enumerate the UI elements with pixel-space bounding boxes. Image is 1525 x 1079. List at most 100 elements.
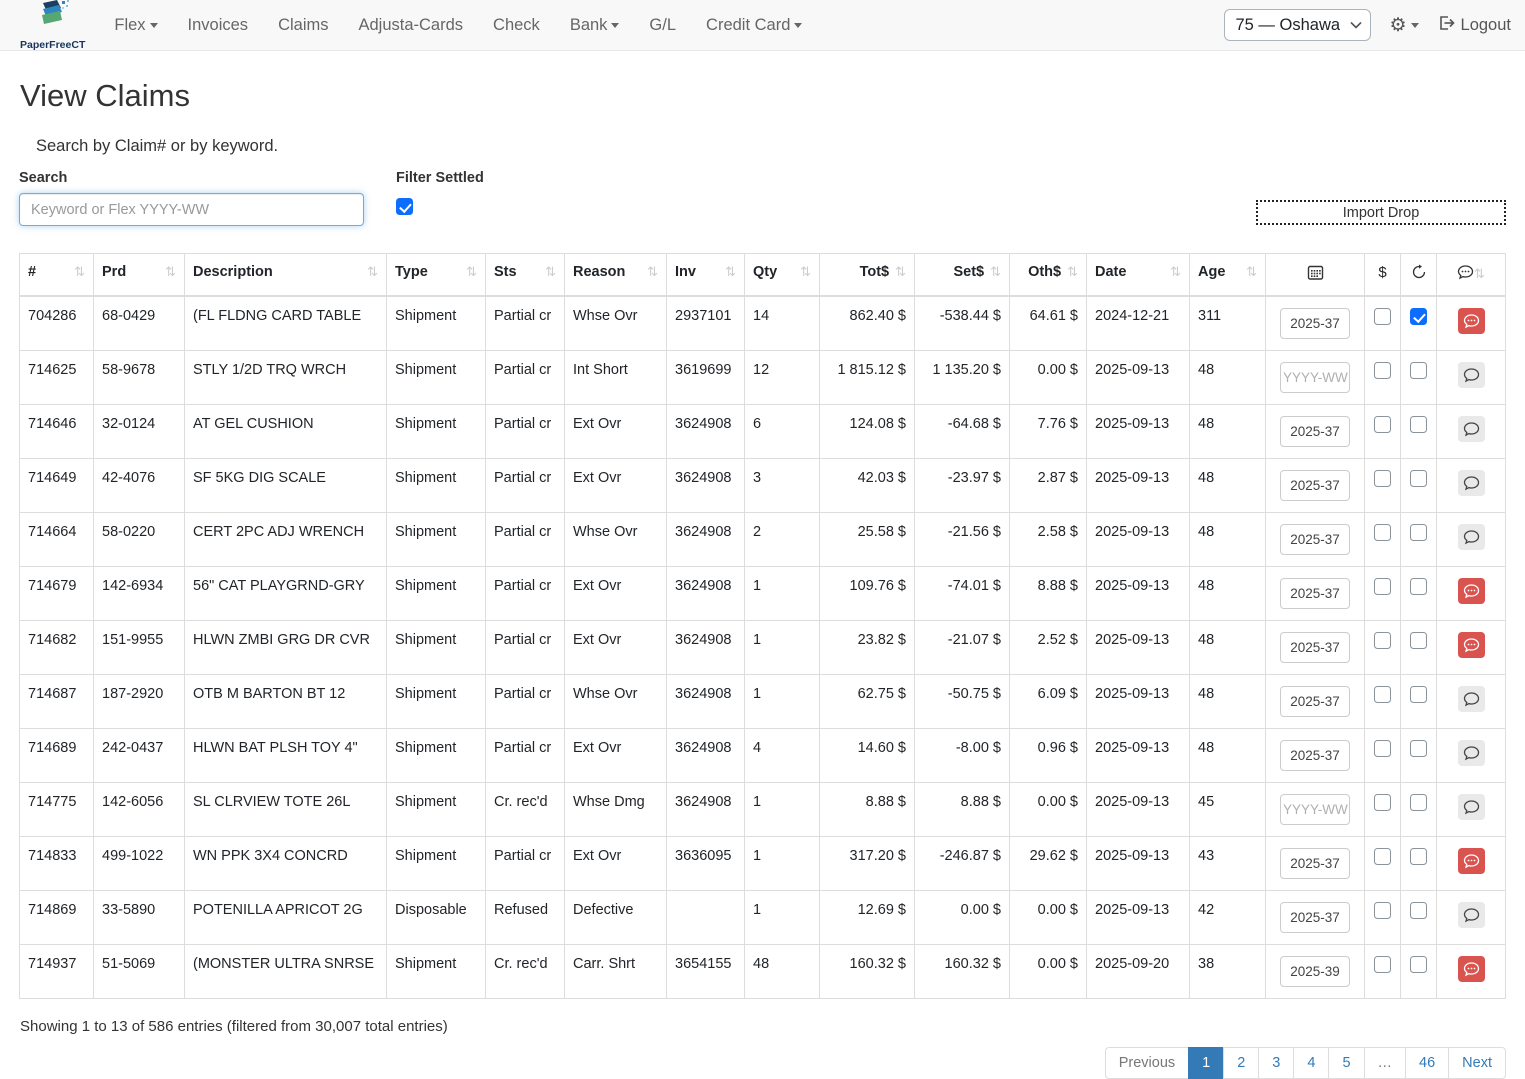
- column-header-sts[interactable]: Sts⇅: [486, 254, 565, 297]
- column-header-reason[interactable]: Reason⇅: [565, 254, 667, 297]
- claim-week-input[interactable]: [1280, 794, 1350, 825]
- store-select[interactable]: 75 — Oshawa: [1224, 9, 1371, 41]
- column-header-oth[interactable]: Oth$⇅: [1010, 254, 1087, 297]
- column-header-date[interactable]: Date⇅: [1087, 254, 1190, 297]
- nav-item-claims[interactable]: Claims: [263, 2, 343, 49]
- claim-week-input[interactable]: [1280, 578, 1350, 609]
- nav-item-g-l[interactable]: G/L: [634, 2, 691, 49]
- search-input[interactable]: [19, 193, 364, 226]
- column-header-inv[interactable]: Inv⇅: [667, 254, 745, 297]
- claim-week-input[interactable]: [1280, 686, 1350, 717]
- refresh-checkbox[interactable]: [1410, 578, 1427, 595]
- comment-button[interactable]: [1458, 578, 1485, 604]
- claim-week-input[interactable]: [1280, 848, 1350, 879]
- settled-cell: -246.87 $: [915, 837, 1010, 891]
- comment-button[interactable]: [1458, 902, 1485, 928]
- refresh-checkbox[interactable]: [1410, 308, 1427, 325]
- type-cell: Shipment: [387, 405, 486, 459]
- comment-button[interactable]: [1458, 416, 1485, 442]
- refresh-checkbox[interactable]: [1410, 362, 1427, 379]
- dollar-checkbox[interactable]: [1374, 470, 1391, 487]
- settled-cell: -538.44 $: [915, 296, 1010, 351]
- page-next[interactable]: Next: [1448, 1047, 1506, 1079]
- comment-button[interactable]: [1458, 308, 1485, 334]
- invoice-cell: 3624908: [667, 405, 745, 459]
- column-header-set[interactable]: Set$⇅: [915, 254, 1010, 297]
- refresh-checkbox[interactable]: [1410, 956, 1427, 973]
- dollar-checkbox[interactable]: [1374, 902, 1391, 919]
- claim-week-input[interactable]: [1280, 632, 1350, 663]
- date-cell: 2025-09-13: [1087, 891, 1190, 945]
- chevron-down-icon: [611, 23, 619, 28]
- nav-item-adjusta-cards[interactable]: Adjusta-Cards: [343, 2, 478, 49]
- dollar-checkbox[interactable]: [1374, 578, 1391, 595]
- column-header-num[interactable]: #⇅: [20, 254, 94, 297]
- comment-button[interactable]: [1458, 470, 1485, 496]
- dollar-checkbox[interactable]: [1374, 524, 1391, 541]
- refresh-checkbox[interactable]: [1410, 740, 1427, 757]
- comment-button[interactable]: [1458, 686, 1485, 712]
- dollar-checkbox[interactable]: [1374, 686, 1391, 703]
- page-1[interactable]: 1: [1188, 1047, 1224, 1079]
- refresh-checkbox[interactable]: [1410, 794, 1427, 811]
- filter-settled-checkbox[interactable]: [396, 198, 413, 215]
- page-previous: Previous: [1105, 1047, 1189, 1079]
- nav-item-bank[interactable]: Bank: [555, 2, 635, 49]
- refresh-checkbox[interactable]: [1410, 470, 1427, 487]
- comment-button[interactable]: [1458, 524, 1485, 550]
- column-label: Set$: [953, 264, 984, 280]
- refresh-checkbox[interactable]: [1410, 632, 1427, 649]
- page-2[interactable]: 2: [1223, 1047, 1259, 1079]
- dollar-checkbox[interactable]: [1374, 362, 1391, 379]
- settings-menu[interactable]: ⚙: [1389, 14, 1418, 37]
- import-drop-button[interactable]: Import Drop: [1256, 200, 1506, 225]
- column-header-description[interactable]: Description⇅: [185, 254, 387, 297]
- page-4[interactable]: 4: [1293, 1047, 1329, 1079]
- nav-item-flex[interactable]: Flex: [99, 2, 172, 49]
- refresh-checkbox[interactable]: [1410, 848, 1427, 865]
- claim-week-input[interactable]: [1280, 362, 1350, 393]
- claim-week-input[interactable]: [1280, 308, 1350, 339]
- comment-button[interactable]: [1458, 848, 1485, 874]
- column-header-type[interactable]: Type⇅: [387, 254, 486, 297]
- refresh-checkbox[interactable]: [1410, 686, 1427, 703]
- refresh-icon: [1411, 264, 1427, 284]
- dollar-checkbox[interactable]: [1374, 632, 1391, 649]
- comment-button[interactable]: [1458, 632, 1485, 658]
- nav-item-credit-card[interactable]: Credit Card: [691, 2, 817, 49]
- comment-button[interactable]: [1458, 740, 1485, 766]
- column-header-qty[interactable]: Qty⇅: [745, 254, 820, 297]
- settled-cell: 8.88 $: [915, 783, 1010, 837]
- comment-button[interactable]: [1458, 956, 1485, 982]
- claim-week-input[interactable]: [1280, 740, 1350, 771]
- dollar-checkbox[interactable]: [1374, 416, 1391, 433]
- refresh-checkbox[interactable]: [1410, 416, 1427, 433]
- dollar-checkbox[interactable]: [1374, 848, 1391, 865]
- logout-button[interactable]: Logout: [1437, 14, 1511, 37]
- comment-button[interactable]: [1458, 794, 1485, 820]
- nav-item-check[interactable]: Check: [478, 2, 555, 49]
- claim-week-input[interactable]: [1280, 956, 1350, 987]
- column-header-comment-icon[interactable]: ⇅: [1437, 254, 1506, 297]
- column-header-age[interactable]: Age⇅: [1190, 254, 1266, 297]
- type-cell: Shipment: [387, 783, 486, 837]
- claim-week-input[interactable]: [1280, 416, 1350, 447]
- claim-week-input[interactable]: [1280, 902, 1350, 933]
- nav-item-invoices[interactable]: Invoices: [173, 2, 264, 49]
- brand-logo[interactable]: PaperFreeCT: [20, 0, 85, 51]
- column-header-tot[interactable]: Tot$⇅: [820, 254, 915, 297]
- refresh-checkbox[interactable]: [1410, 902, 1427, 919]
- dollar-checkbox[interactable]: [1374, 308, 1391, 325]
- column-header-prd[interactable]: Prd⇅: [94, 254, 185, 297]
- claim-week-input[interactable]: [1280, 470, 1350, 501]
- claim-row: 71466458-0220CERT 2PC ADJ WRENCHShipment…: [20, 513, 1506, 567]
- dollar-checkbox[interactable]: [1374, 740, 1391, 757]
- comment-button[interactable]: [1458, 362, 1485, 388]
- page-5[interactable]: 5: [1328, 1047, 1364, 1079]
- dollar-checkbox[interactable]: [1374, 794, 1391, 811]
- page-46[interactable]: 46: [1405, 1047, 1449, 1079]
- refresh-checkbox[interactable]: [1410, 524, 1427, 541]
- page-3[interactable]: 3: [1258, 1047, 1294, 1079]
- dollar-checkbox[interactable]: [1374, 956, 1391, 973]
- claim-week-input[interactable]: [1280, 524, 1350, 555]
